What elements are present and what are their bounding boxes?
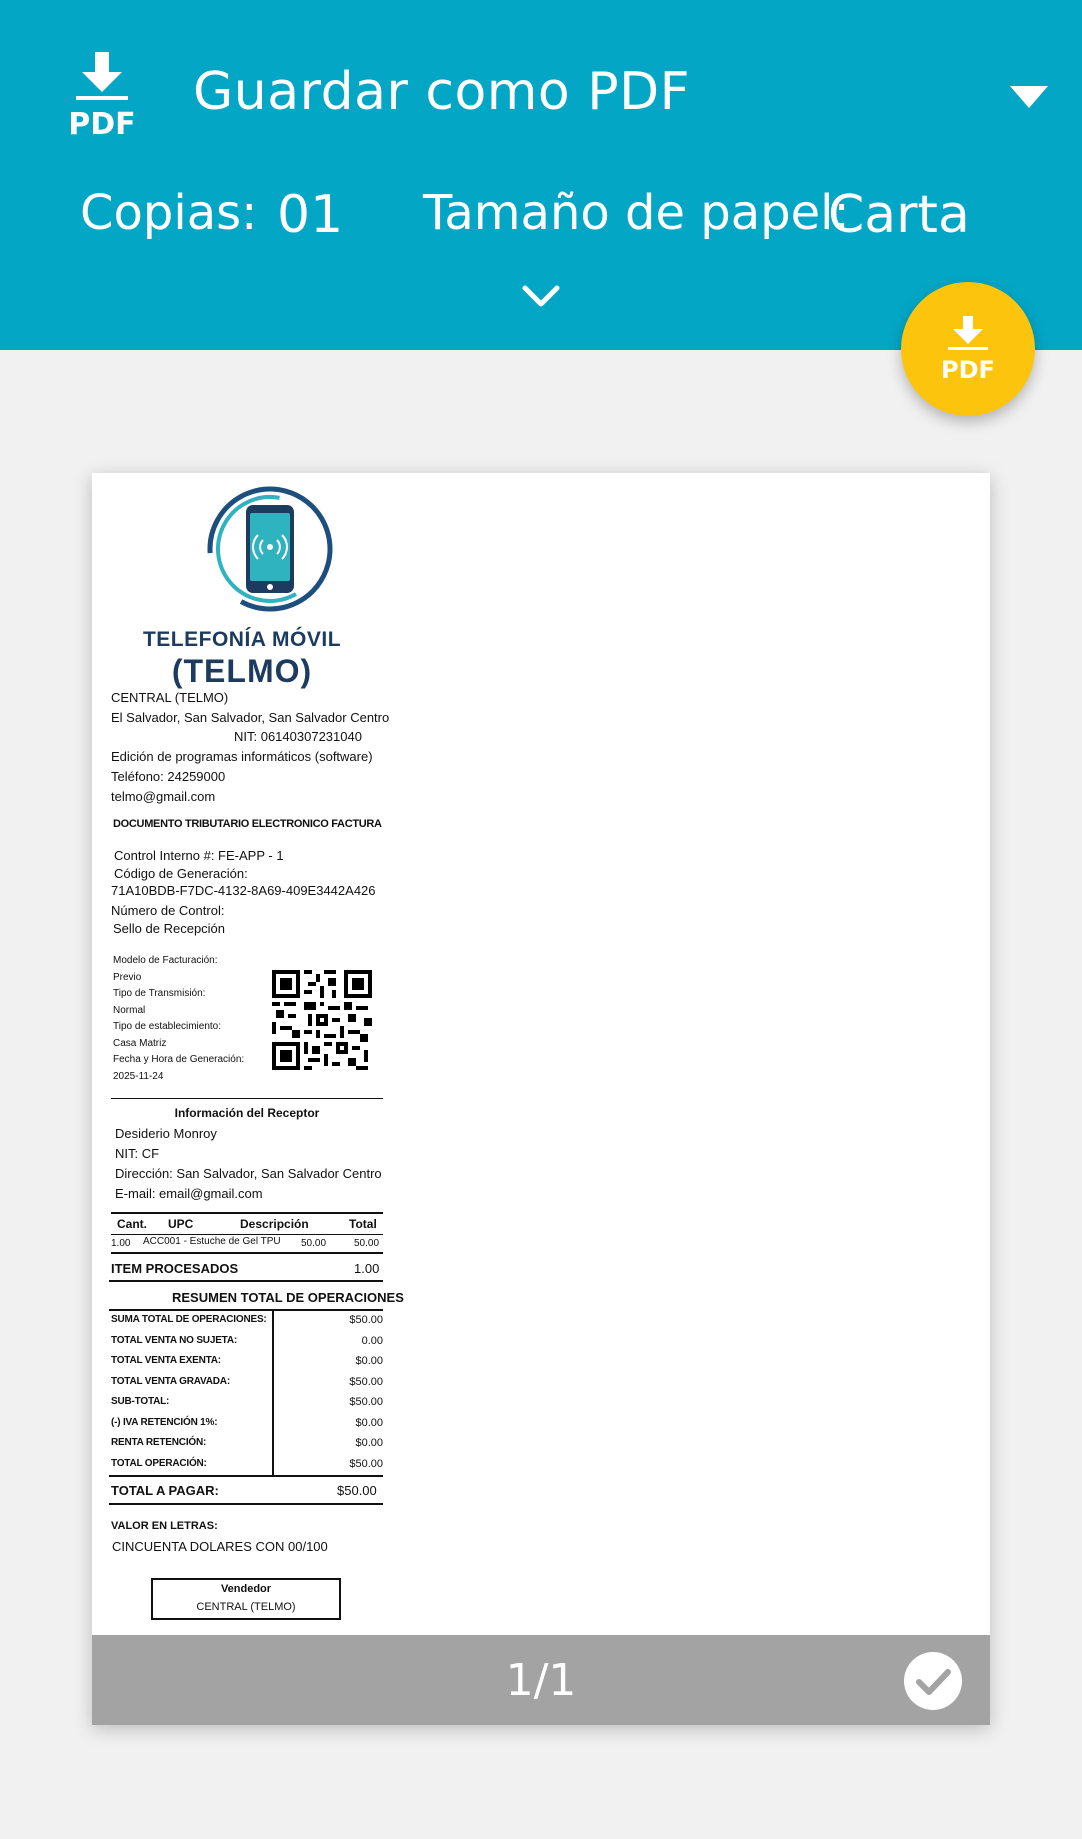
valor-letras-label: VALOR EN LETRAS: [111, 1520, 218, 1532]
divider [111, 1098, 383, 1099]
svg-text:PDF: PDF [941, 356, 995, 382]
items-processed-label: ITEM PROCESADOS [111, 1261, 239, 1276]
table-header-cant: Cant. [117, 1217, 147, 1231]
total-pagar-value: $50.00 [337, 1483, 377, 1498]
summary-row: (-) IVA RETENCIÓN 1%: $0.00 [111, 1417, 383, 1429]
issuer-email: telmo@gmail.com [111, 789, 216, 804]
page-preview[interactable]: TELEFONÍA MÓVIL (TELMO) CENTRAL (TELMO) … [92, 473, 990, 1725]
check-icon [916, 1669, 951, 1695]
table-header-descripcion: Descripción [240, 1217, 309, 1231]
divider [109, 1475, 383, 1477]
item-price: 50.00 [301, 1238, 327, 1249]
summary-row: TOTAL OPERACIÓN: $50.00 [111, 1458, 383, 1470]
divider [111, 1234, 383, 1235]
meta-value: 2025-11-24 [113, 1071, 164, 1082]
sello-recepcion: Sello de Recepción [113, 921, 226, 936]
meta-value: Casa Matriz [113, 1038, 167, 1049]
summary-row: RENTA RETENCIÓN: $0.00 [111, 1437, 383, 1449]
receptor-title: Información del Receptor [174, 1106, 320, 1120]
receptor-address: Dirección: San Salvador, San Salvador Ce… [115, 1166, 382, 1181]
meta-label: Fecha y Hora de Generación: [113, 1054, 245, 1065]
receptor-nit: NIT: CF [115, 1146, 160, 1161]
total-pagar-label: TOTAL A PAGAR: [111, 1483, 219, 1498]
meta-value: Previo [113, 972, 142, 983]
meta-value: Normal [113, 1005, 146, 1016]
brand-short-name: (TELMO) [171, 653, 313, 689]
pdf-download-icon: PDF [941, 316, 995, 382]
issuer-name: CENTRAL (TELMO) [111, 690, 229, 705]
table-header-upc: UPC [168, 1217, 194, 1231]
destination-dropdown-icon[interactable] [1008, 82, 1050, 112]
item-qty: 1.00 [111, 1238, 131, 1249]
summary-row: TOTAL VENTA NO SUJETA: 0.00 [111, 1335, 383, 1347]
control-interno: Control Interno #: FE-APP - 1 [114, 848, 284, 863]
page-number: 1/1 [505, 1655, 577, 1706]
brand-name: TELEFONÍA MÓVIL [142, 628, 342, 651]
qr-code [272, 970, 372, 1070]
meta-label: Tipo de Transmisión: [113, 988, 206, 999]
summary-row: SUB-TOTAL: $50.00 [111, 1396, 383, 1408]
divider [109, 1503, 383, 1505]
expand-options-chevron-icon[interactable] [520, 282, 562, 312]
item-description: ACC001 - Estuche de Gel TPU [143, 1236, 281, 1247]
copies-value[interactable]: 01 [277, 185, 343, 245]
issuer-address: El Salvador, San Salvador, San Salvador … [111, 710, 390, 725]
issuer-phone: Teléfono: 24259000 [111, 769, 226, 784]
destination-title[interactable]: Guardar como PDF [193, 62, 690, 122]
svg-text:PDF: PDF [68, 107, 135, 140]
summary-title: RESUMEN TOTAL DE OPERACIONES [172, 1290, 404, 1305]
divider [111, 1252, 383, 1254]
paper-size-label: Tamaño de papel: [423, 185, 850, 241]
codigo-generacion-value: 71A10BDB-F7DC-4132-8A69-409E3442A426 [111, 883, 376, 898]
divider [109, 1280, 383, 1282]
divider [111, 1212, 383, 1214]
save-pdf-button[interactable]: PDF [901, 282, 1035, 416]
meta-label: Modelo de Facturación: [113, 955, 218, 966]
page-indicator-bar: 1/1 [92, 1635, 990, 1725]
numero-control: Número de Control: [111, 903, 225, 918]
pdf-download-icon: PDF [62, 50, 142, 142]
vendedor-box: Vendedor CENTRAL (TELMO) [151, 1578, 341, 1620]
codigo-generacion-label: Código de Generación: [114, 866, 248, 881]
receptor-name: Desiderio Monroy [115, 1126, 217, 1141]
summary-row: TOTAL VENTA EXENTA: $0.00 [111, 1355, 383, 1367]
vendedor-value: CENTRAL (TELMO) [196, 1601, 296, 1613]
copies-label: Copias: [80, 185, 258, 241]
page-select-checkbox[interactable] [904, 1652, 962, 1710]
receptor-email: E-mail: email@gmail.com [115, 1186, 263, 1201]
vendedor-label: Vendedor [220, 1583, 272, 1595]
summary-row: SUMA TOTAL DE OPERACIONES: $50.00 [111, 1314, 383, 1326]
valor-letras-value: CINCUENTA DOLARES CON 00/100 [112, 1539, 328, 1554]
items-processed-value: 1.00 [354, 1261, 380, 1276]
item-total: 50.00 [354, 1238, 380, 1249]
issuer-activity: Edición de programas informáticos (softw… [111, 749, 373, 764]
paper-size-value[interactable]: Carta [828, 185, 970, 245]
document-type: DOCUMENTO TRIBUTARIO ELECTRONICO FACTURA [113, 818, 382, 830]
telmo-logo [206, 485, 334, 613]
meta-label: Tipo de establecimiento: [113, 1021, 222, 1032]
issuer-nit: NIT: 06140307231040 [234, 729, 362, 744]
summary-row: TOTAL VENTA GRAVADA: $50.00 [111, 1376, 383, 1388]
print-options-bar: PDF Guardar como PDF Copias: 01 Tamaño d… [0, 0, 1082, 350]
table-header-total: Total [349, 1217, 377, 1231]
